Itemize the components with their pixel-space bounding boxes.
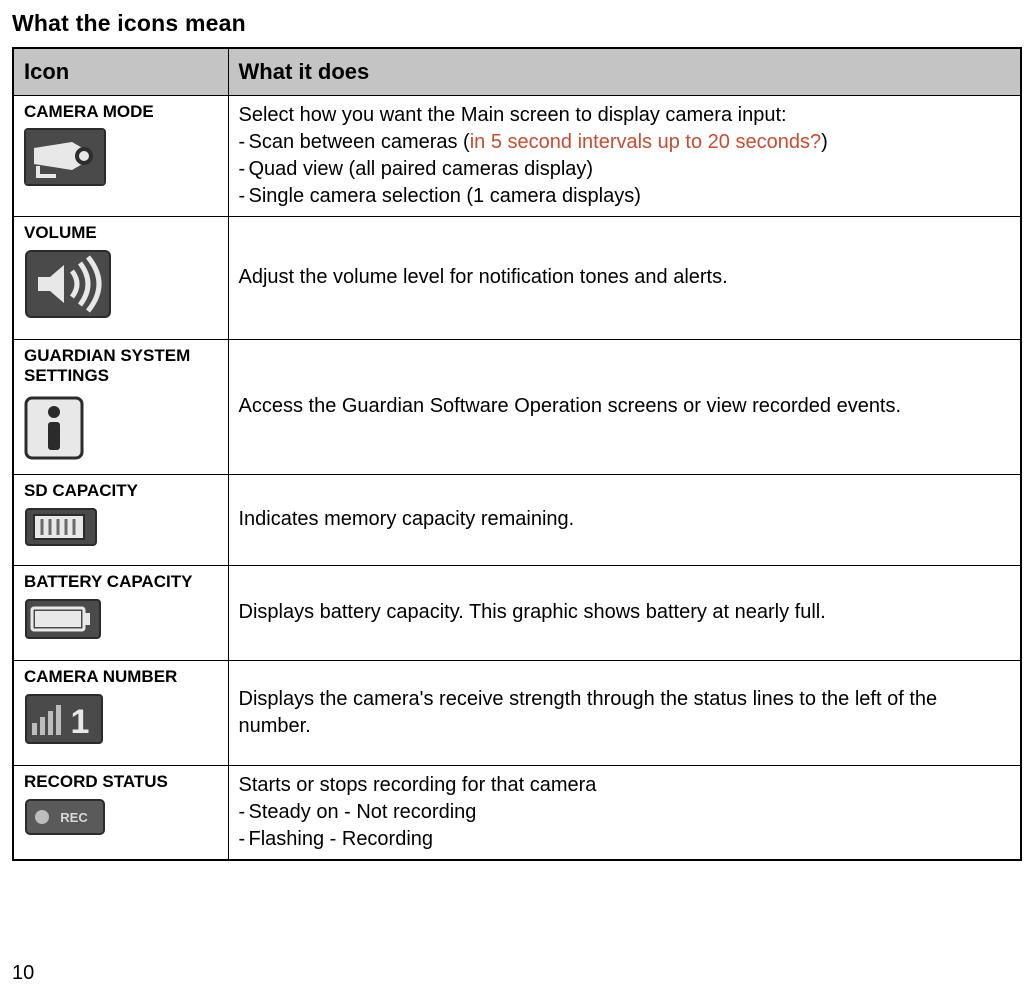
svg-text:1: 1 <box>71 703 90 741</box>
icon-table: Icon What it does CAMERA MODE <box>12 47 1022 861</box>
col-header-icon: Icon <box>13 48 228 95</box>
record-desc-b1: -Steady on - Not recording <box>239 799 1011 826</box>
battery-icon <box>24 598 102 640</box>
page-number: 10 <box>12 962 34 985</box>
table-row: RECORD STATUS REC Starts or stops record… <box>13 765 1021 860</box>
record-icon: REC <box>24 798 106 836</box>
table-header-row: Icon What it does <box>13 48 1021 95</box>
volume-icon <box>24 249 112 319</box>
battery-desc: Displays battery capacity. This graphic … <box>239 599 826 626</box>
volume-desc: Adjust the volume level for notification… <box>239 264 728 291</box>
svg-text:REC: REC <box>60 810 88 825</box>
icon-label-camera-mode: CAMERA MODE <box>24 102 218 122</box>
icon-label-camera-number: CAMERA NUMBER <box>24 667 218 687</box>
camera-mode-desc-lead: Select how you want the Main screen to d… <box>239 102 1011 129</box>
table-row: BATTERY CAPACITY Displays battery capaci… <box>13 565 1021 660</box>
section-title: What the icons mean <box>12 10 1022 37</box>
table-row: SD CAPACITY Indicates memory capacit <box>13 474 1021 565</box>
table-row: CAMERA NUMBER 1 Displays the camera's re… <box>13 660 1021 765</box>
sd-card-icon <box>24 507 98 547</box>
camera-mode-desc-b1: -Scan between cameras (in 5 second inter… <box>239 129 1011 156</box>
icon-label-record: RECORD STATUS <box>24 772 218 792</box>
table-row: VOLUME Adjust the volume level for notif… <box>13 216 1021 339</box>
record-desc-b2: -Flashing - Recording <box>239 826 1011 853</box>
col-header-desc: What it does <box>228 48 1021 95</box>
sd-desc: Indicates memory capacity remaining. <box>239 506 575 533</box>
camera-number-desc: Displays the camera's receive strength t… <box>239 686 1011 740</box>
camera-number-icon: 1 <box>24 693 104 745</box>
record-desc-lead: Starts or stops recording for that camer… <box>239 772 1011 799</box>
b1-pre: Scan between cameras ( <box>249 131 470 153</box>
table-row: GUARDIAN SYSTEM SETTINGS Access the Guar… <box>13 339 1021 474</box>
b1-post: ) <box>821 131 828 153</box>
table-row: CAMERA MODE Select how you want the Main… <box>13 95 1021 216</box>
icon-label-guardian: GUARDIAN SYSTEM SETTINGS <box>24 346 218 386</box>
info-icon <box>24 396 84 460</box>
camera-mode-desc-b2: -Quad view (all paired cameras display) <box>239 156 1011 183</box>
b1-red: in 5 second intervals up to 20 seconds? <box>470 131 821 153</box>
camera-mode-icon <box>24 128 106 186</box>
camera-mode-desc-b3: -Single camera selection (1 camera displ… <box>239 183 1011 210</box>
guardian-desc: Access the Guardian Software Operation s… <box>239 393 902 420</box>
icon-label-sd: SD CAPACITY <box>24 481 218 501</box>
icon-label-volume: VOLUME <box>24 223 218 243</box>
icon-label-battery: BATTERY CAPACITY <box>24 572 218 592</box>
